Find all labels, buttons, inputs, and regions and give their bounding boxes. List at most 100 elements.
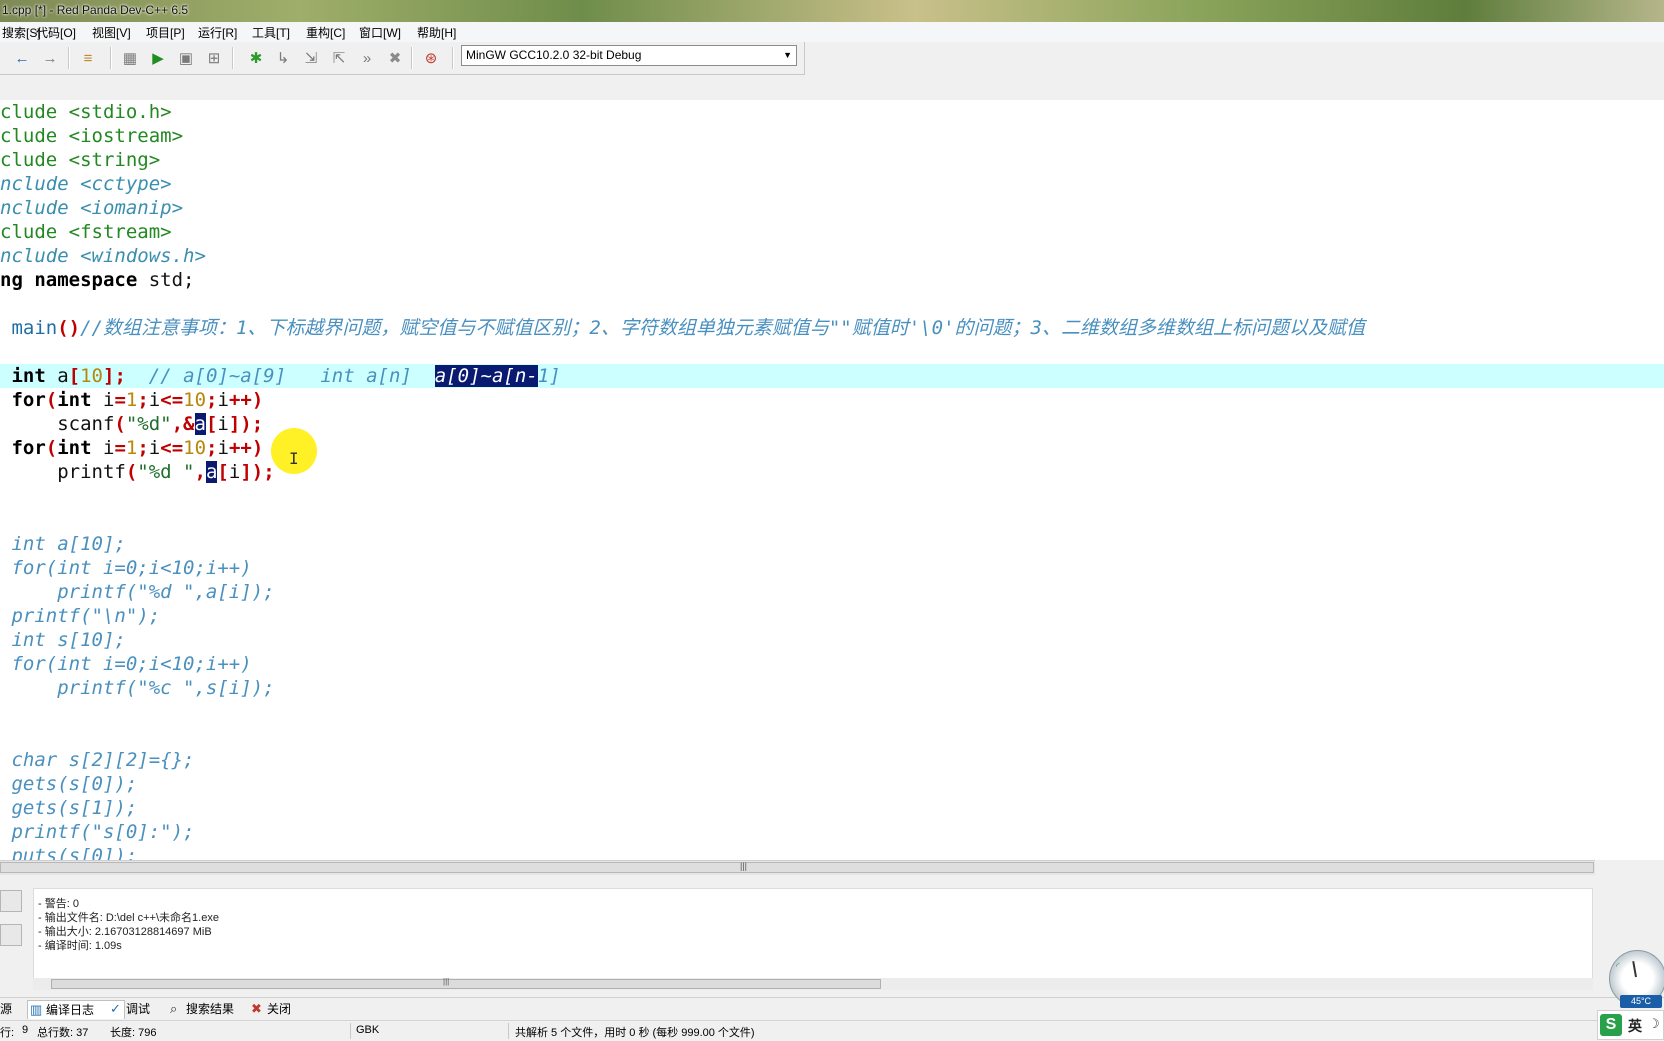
- debug-icon[interactable]: ✱: [246, 48, 266, 68]
- compile-log-icon: ▥: [30, 1002, 43, 1017]
- code-line[interactable]: ng namespace std;: [0, 268, 1664, 292]
- code-token: clude <stdio.h>: [0, 101, 172, 123]
- code-line[interactable]: for(int i=0;i<10;i++): [0, 652, 1664, 676]
- code-line[interactable]: printf("%c ",s[i]);: [0, 676, 1664, 700]
- code-line[interactable]: nclude <iomanip>: [0, 196, 1664, 220]
- status-encoding: GBK: [356, 1024, 380, 1036]
- menu-item[interactable]: 窗口[W]: [357, 24, 403, 41]
- continue-icon[interactable]: »: [357, 48, 377, 68]
- code-token: 10: [80, 365, 103, 387]
- tab-label: 编译日志: [46, 1003, 95, 1017]
- format-icon[interactable]: ≡: [78, 48, 98, 68]
- code-token: printf("%c ",s[i]);: [0, 677, 275, 699]
- code-line[interactable]: gets(s[1]);: [0, 796, 1664, 820]
- code-line[interactable]: [0, 700, 1664, 724]
- code-token: ++): [228, 389, 264, 411]
- code-token: ;: [137, 437, 149, 459]
- code-token: nclude <iomanip>: [0, 197, 184, 219]
- code-token: ];: [103, 365, 126, 387]
- code-line[interactable]: nclude <cctype>: [0, 172, 1664, 196]
- tab-resource[interactable]: 源: [0, 1000, 24, 1018]
- grip-icon: |||: [443, 977, 450, 986]
- sogou-logo-icon: S: [1600, 1014, 1622, 1036]
- code-token: 10: [183, 437, 207, 459]
- back-arrow-icon[interactable]: ←: [12, 48, 32, 68]
- close-icon: ✖: [251, 1001, 262, 1016]
- toolbar-background: [805, 42, 1664, 100]
- ime-language: 英: [1628, 1018, 1642, 1034]
- code-token: //数组注意事项：1、下标越界问题，赋空值与不赋值区别；2、字符数组单独元素赋值…: [80, 317, 1365, 339]
- code-line[interactable]: [0, 508, 1664, 532]
- rebuild-icon[interactable]: ⊞: [204, 48, 224, 68]
- code-line[interactable]: [0, 340, 1664, 364]
- code-line[interactable]: for(int i=1;i<=10;i++): [0, 436, 1664, 460]
- code-line[interactable]: puts(s[0]);: [0, 844, 1664, 860]
- compile-log[interactable]: - 警告: 0- 输出文件名: D:\del c++\未命名1.exe - 输出大…: [33, 888, 1593, 984]
- code-token: gets(s[0]);: [0, 773, 138, 795]
- code-line[interactable]: [0, 484, 1664, 508]
- run-icon[interactable]: ▶: [148, 48, 168, 68]
- step-out-icon[interactable]: ⇱: [329, 48, 349, 68]
- code-token: (: [125, 461, 138, 483]
- menu-item[interactable]: 视图[V]: [90, 24, 133, 41]
- bottom-tabs: 源 ▥ 编译日志 ✓ 调试 ⌕ 搜索结果 ✖ 关闭: [0, 997, 1664, 1020]
- log-horizontal-scrollbar[interactable]: |||: [33, 977, 1593, 990]
- menu-item[interactable]: 帮助[H]: [415, 24, 458, 41]
- panel-side-button[interactable]: [0, 890, 22, 912]
- code-line[interactable]: main()//数组注意事项：1、下标越界问题，赋空值与不赋值区别；2、字符数组…: [0, 316, 1664, 340]
- compiler-select[interactable]: MinGW GCC10.2.0 32-bit Debug ▼: [461, 45, 797, 66]
- menu-item[interactable]: 工具[T]: [250, 24, 292, 41]
- tab-close[interactable]: ✖ 关闭: [249, 1000, 315, 1018]
- code-token: int: [57, 389, 103, 411]
- tab-label: 源: [0, 1002, 13, 1016]
- code-line[interactable]: [0, 724, 1664, 748]
- code-line[interactable]: gets(s[0]);: [0, 772, 1664, 796]
- code-line[interactable]: char s[2][2]={};: [0, 748, 1664, 772]
- gauge-needle-icon: [1632, 961, 1637, 978]
- code-line[interactable]: printf("s[0]:");: [0, 820, 1664, 844]
- menu-item[interactable]: 重构[C]: [304, 24, 347, 41]
- code-token: a[0]~a[n-: [434, 365, 538, 387]
- code-line[interactable]: clude <fstream>: [0, 220, 1664, 244]
- compile-icon[interactable]: ▦: [120, 48, 140, 68]
- forward-arrow-icon[interactable]: →: [40, 48, 60, 68]
- ime-indicator[interactable]: S 英 ☽: [1597, 1010, 1664, 1040]
- code-line[interactable]: scanf("%d",&a[i]);: [0, 412, 1664, 436]
- menu-item[interactable]: 项目[P]: [144, 24, 187, 41]
- code-editor[interactable]: clude <stdio.h> clude <iostream> clude <st…: [0, 100, 1664, 860]
- watch-icon[interactable]: ⊛: [421, 48, 441, 68]
- step-over-icon[interactable]: ↳: [273, 48, 293, 68]
- panel-side-button[interactable]: [0, 924, 22, 946]
- code-token: int s[10];: [0, 629, 126, 651]
- code-line[interactable]: int s[10];: [0, 628, 1664, 652]
- grip-icon: |||: [740, 861, 748, 871]
- code-line[interactable]: int a[10]; // a[0]~a[9] int a[n] a[0]~a[…: [0, 364, 1664, 388]
- status-col: 9: [22, 1024, 29, 1036]
- code-line[interactable]: int a[10];: [0, 532, 1664, 556]
- code-line[interactable]: [0, 292, 1664, 316]
- stop-icon[interactable]: ✖: [385, 48, 405, 68]
- toolbar-row-2: [0, 75, 804, 100]
- compile-run-icon[interactable]: ▣: [176, 48, 196, 68]
- code-token: =: [114, 437, 126, 459]
- code-token: 1: [125, 389, 138, 411]
- code-line[interactable]: for(int i=1;i<=10;i++): [0, 388, 1664, 412]
- code-token: nclude <windows.h>: [0, 245, 206, 267]
- status-length: 长度: 796: [110, 1027, 157, 1039]
- code-line[interactable]: nclude <windows.h>: [0, 244, 1664, 268]
- code-line[interactable]: printf("\n");: [0, 604, 1664, 628]
- code-token: ;: [206, 389, 218, 411]
- code-line[interactable]: clude <string>: [0, 148, 1664, 172]
- step-into-icon[interactable]: ⇲: [301, 48, 321, 68]
- code-line[interactable]: for(int i=0;i<10;i++): [0, 556, 1664, 580]
- editor-horizontal-scrollbar[interactable]: |||: [0, 860, 1595, 875]
- code-line[interactable]: clude <iostream>: [0, 124, 1664, 148]
- code-line[interactable]: printf("%d ",a[i]);: [0, 460, 1664, 484]
- code-token: i: [217, 389, 229, 411]
- code-line[interactable]: clude <stdio.h>: [0, 100, 1664, 124]
- scrollbar-thumb[interactable]: [0, 862, 1594, 873]
- menu-item[interactable]: 代码[O]: [34, 24, 78, 41]
- scrollbar-thumb[interactable]: [51, 979, 881, 989]
- menu-item[interactable]: 运行[R]: [196, 24, 239, 41]
- code-line[interactable]: printf("%d ",a[i]);: [0, 580, 1664, 604]
